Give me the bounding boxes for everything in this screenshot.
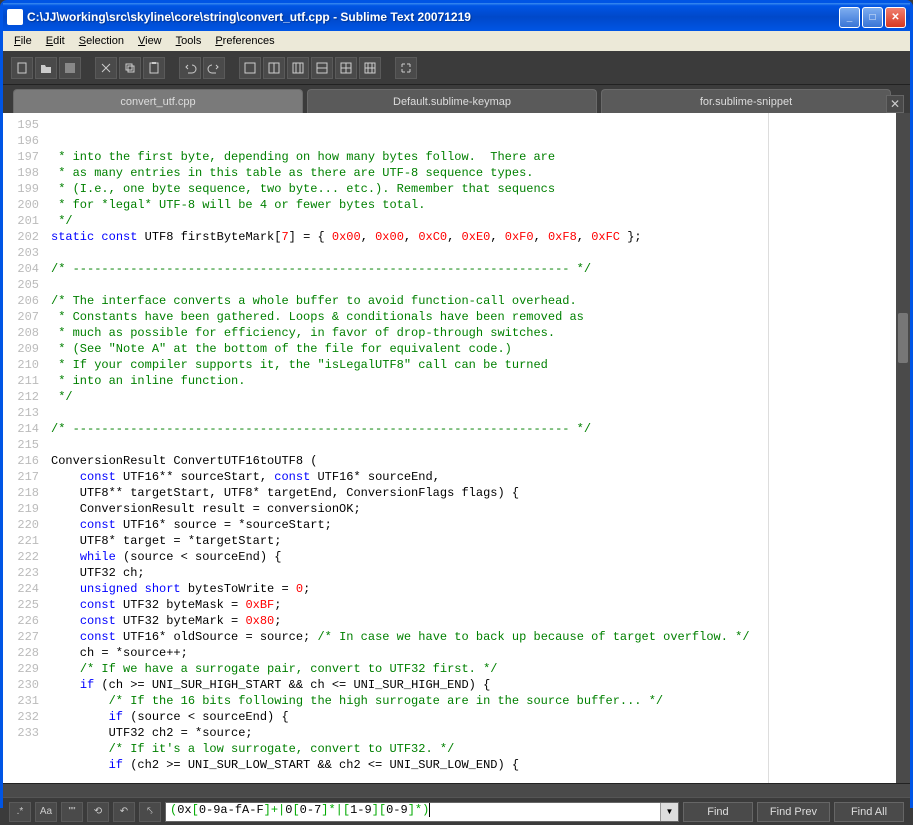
window-title: C:\JJ\working\src\skyline\core\string\co… <box>27 10 839 24</box>
find-all-button[interactable]: Find All <box>834 802 904 822</box>
layout-2row-icon[interactable] <box>311 57 333 79</box>
menu-file[interactable]: File <box>7 33 39 49</box>
undo-icon[interactable] <box>179 57 201 79</box>
find-wrap-toggle[interactable]: ⟲ <box>87 802 109 822</box>
fullscreen-icon[interactable] <box>395 57 417 79</box>
code-content[interactable]: * into the first byte, depending on how … <box>45 113 910 783</box>
tab-for-snippet[interactable]: for.sublime-snippet <box>601 89 891 113</box>
tab-bar: convert_utf.cpp Default.sublime-keymap f… <box>3 85 910 113</box>
minimize-button[interactable]: _ <box>839 7 860 28</box>
menubar: File Edit Selection View Tools Preferenc… <box>3 31 910 51</box>
tab-close-button[interactable]: ✕ <box>886 95 904 113</box>
tab-convert-utf[interactable]: convert_utf.cpp <box>13 89 303 113</box>
find-highlight-toggle[interactable]: ⤣ <box>139 802 161 822</box>
find-in-selection-toggle[interactable]: ↶ <box>113 802 135 822</box>
cut-icon[interactable] <box>95 57 117 79</box>
vertical-scrollbar[interactable] <box>896 113 910 783</box>
find-bar: .* Aa "" ⟲ ↶ ⤣ (0x[0-9a-fA-F]+|0[0-7]*|[… <box>3 797 910 825</box>
tab-default-keymap[interactable]: Default.sublime-keymap <box>307 89 597 113</box>
new-file-icon[interactable] <box>11 57 33 79</box>
editor[interactable]: 1951961971981992002012022032042052062072… <box>3 113 910 783</box>
find-case-toggle[interactable]: Aa <box>35 802 57 822</box>
menu-preferences[interactable]: Preferences <box>208 33 281 49</box>
line-gutter: 1951961971981992002012022032042052062072… <box>3 113 45 783</box>
toolbar <box>3 51 910 85</box>
ruler <box>768 113 769 783</box>
tab-label: Default.sublime-keymap <box>393 96 511 108</box>
maximize-button[interactable]: □ <box>862 7 883 28</box>
find-prev-button[interactable]: Find Prev <box>757 802 830 822</box>
menu-selection[interactable]: Selection <box>72 33 131 49</box>
layout-2col-icon[interactable] <box>263 57 285 79</box>
menu-tools[interactable]: Tools <box>169 33 209 49</box>
redo-icon[interactable] <box>203 57 225 79</box>
layout-3col-icon[interactable] <box>287 57 309 79</box>
find-regex-toggle[interactable]: .* <box>9 802 31 822</box>
titlebar[interactable]: C:\JJ\working\src\skyline\core\string\co… <box>3 3 910 31</box>
save-icon[interactable] <box>59 57 81 79</box>
find-input[interactable]: (0x[0-9a-fA-F]+|0[0-7]*|[1-9][0-9]*) <box>166 803 660 821</box>
copy-icon[interactable] <box>119 57 141 79</box>
menu-view[interactable]: View <box>131 33 169 49</box>
tab-label: convert_utf.cpp <box>120 96 195 108</box>
find-history-dropdown[interactable]: ▼ <box>660 803 678 821</box>
open-file-icon[interactable] <box>35 57 57 79</box>
app-icon <box>7 9 23 25</box>
layout-single-icon[interactable] <box>239 57 261 79</box>
scrollbar-thumb[interactable] <box>898 313 908 363</box>
menu-edit[interactable]: Edit <box>39 33 72 49</box>
paste-icon[interactable] <box>143 57 165 79</box>
find-input-container: (0x[0-9a-fA-F]+|0[0-7]*|[1-9][0-9]*) ▼ <box>165 802 679 822</box>
layout-grid-icon[interactable] <box>335 57 357 79</box>
find-button[interactable]: Find <box>683 802 753 822</box>
tab-label: for.sublime-snippet <box>700 96 792 108</box>
close-button[interactable]: ✕ <box>885 7 906 28</box>
layout-4grid-icon[interactable] <box>359 57 381 79</box>
horizontal-scrollbar[interactable] <box>3 783 910 797</box>
find-whole-word-toggle[interactable]: "" <box>61 802 83 822</box>
